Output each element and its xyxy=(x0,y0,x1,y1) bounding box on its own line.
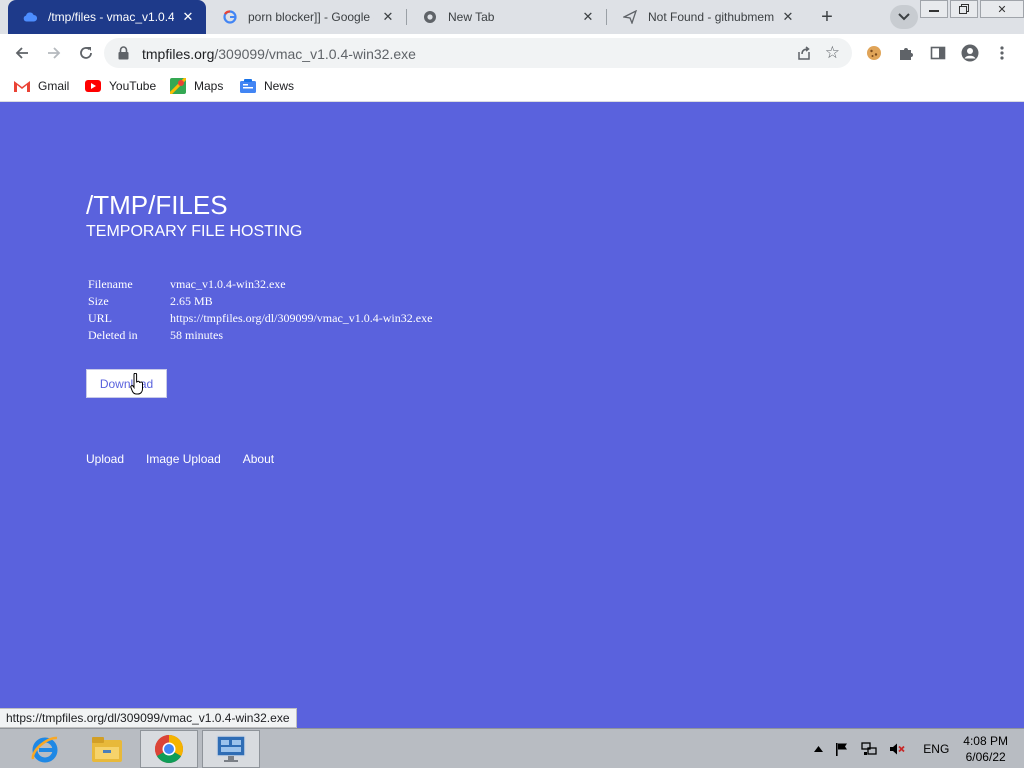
network-icon[interactable] xyxy=(861,742,877,756)
info-value: vmac_v1.0.4-win32.exe xyxy=(170,277,286,291)
chrome-icon xyxy=(422,9,438,25)
info-key: Filename xyxy=(88,277,133,291)
tab-tmpfiles[interactable]: /tmp/files - vmac_v1.0.4-win32.exe ✕ xyxy=(8,0,206,34)
site-subtitle: TEMPORARY FILE HOSTING xyxy=(86,223,303,240)
bookmark-gmail[interactable]: Gmail xyxy=(14,78,69,94)
chrome-taskbar-icon[interactable] xyxy=(140,730,198,768)
bookmark-label: YouTube xyxy=(109,79,157,93)
clock-date: 6/06/22 xyxy=(965,750,1006,764)
about-link[interactable]: About xyxy=(243,452,274,466)
cookie-extension-icon[interactable] xyxy=(865,44,883,62)
link-status-bubble: https://tmpfiles.org/dl/309099/vmac_v1.0… xyxy=(0,708,297,728)
upload-link[interactable]: Upload xyxy=(86,452,124,466)
download-button[interactable]: Download xyxy=(86,369,167,398)
star-bookmark-icon[interactable]: ☆ xyxy=(825,43,840,63)
tab-title: New Tab xyxy=(448,10,495,24)
reload-icon[interactable] xyxy=(74,41,98,65)
news-icon xyxy=(240,78,256,94)
bookmark-label: News xyxy=(264,79,295,93)
file-info-table: Filename vmac_v1.0.4-win32.exe Size 2.65… xyxy=(88,277,432,345)
volume-muted-icon[interactable] xyxy=(889,742,905,756)
tab-divider xyxy=(406,9,407,25)
file-explorer-icon[interactable] xyxy=(78,730,136,768)
info-row-size: Size 2.65 MB xyxy=(88,294,432,311)
clock-time: 4:08 PM xyxy=(963,734,1008,748)
internet-explorer-icon[interactable] xyxy=(16,730,74,768)
url-domain: tmpfiles.org xyxy=(142,46,215,62)
close-window-icon[interactable]: ✕ xyxy=(980,0,1024,18)
bookmarks-bar: Gmail YouTube Maps News xyxy=(0,72,1024,102)
site-title[interactable]: /TMP/FILES xyxy=(86,190,228,221)
address-url[interactable]: tmpfiles.org/309099/vmac_v1.0.4-win32.ex… xyxy=(142,46,416,62)
tab-new-tab[interactable]: New Tab ✕ xyxy=(408,0,606,34)
tab-strip: /tmp/files - vmac_v1.0.4-win32.exe ✕ por… xyxy=(0,0,1024,34)
kebab-menu-icon[interactable] xyxy=(993,44,1011,62)
share-icon[interactable] xyxy=(796,45,812,66)
windows-taskbar: ENG 4:08 PM 6/06/22 xyxy=(0,728,1024,768)
address-bar[interactable]: tmpfiles.org/309099/vmac_v1.0.4-win32.ex… xyxy=(104,38,852,68)
profile-avatar-icon[interactable] xyxy=(961,44,979,62)
info-key: Size xyxy=(88,294,109,308)
window-controls: ✕ xyxy=(918,0,1024,18)
tab-close-icon[interactable]: ✕ xyxy=(780,9,796,25)
input-language[interactable]: ENG xyxy=(923,742,949,756)
hand-cursor-icon xyxy=(130,372,144,400)
show-hidden-icons-icon[interactable] xyxy=(814,746,824,752)
restore-icon[interactable] xyxy=(950,0,978,18)
info-row-deleted-in: Deleted in 58 minutes xyxy=(88,328,432,345)
tab-divider xyxy=(606,9,607,25)
chevron-down-icon[interactable] xyxy=(890,5,918,29)
cloud-icon xyxy=(22,9,38,25)
bookmark-maps[interactable]: Maps xyxy=(170,78,223,94)
bookmark-news[interactable]: News xyxy=(240,78,294,94)
info-row-url: URL https://tmpfiles.org/dl/309099/vmac_… xyxy=(88,311,432,328)
info-value: 2.65 MB xyxy=(170,294,213,308)
system-clock[interactable]: 4:08 PM 6/06/22 xyxy=(963,733,1008,765)
info-key: URL xyxy=(88,311,112,325)
image-upload-link[interactable]: Image Upload xyxy=(146,452,221,466)
tab-close-icon[interactable]: ✕ xyxy=(180,9,196,25)
tab-not-found[interactable]: Not Found - githubmemory ✕ xyxy=(608,0,806,34)
new-tab-plus-icon[interactable]: + xyxy=(814,5,840,29)
tab-title: Not Found - githubmemory xyxy=(648,10,774,24)
remote-desktop-icon[interactable] xyxy=(202,730,260,768)
info-value: 58 minutes xyxy=(170,328,223,342)
url-path: /309099/vmac_v1.0.4-win32.exe xyxy=(214,46,416,62)
info-key: Deleted in xyxy=(88,328,138,342)
info-row-filename: Filename vmac_v1.0.4-win32.exe xyxy=(88,277,432,294)
browser-toolbar: tmpfiles.org/309099/vmac_v1.0.4-win32.ex… xyxy=(0,34,1024,72)
tab-title: /tmp/files - vmac_v1.0.4-win32.exe xyxy=(48,10,174,24)
maps-icon xyxy=(170,78,186,94)
tab-title: porn blocker]] - Google Search xyxy=(248,10,374,24)
google-icon xyxy=(222,9,238,25)
side-panel-icon[interactable] xyxy=(929,44,947,62)
info-value[interactable]: https://tmpfiles.org/dl/309099/vmac_v1.0… xyxy=(170,311,432,328)
bookmark-youtube[interactable]: YouTube xyxy=(85,78,156,94)
tab-close-icon[interactable]: ✕ xyxy=(580,9,596,25)
minimize-icon[interactable] xyxy=(920,0,948,18)
forward-arrow-icon[interactable] xyxy=(42,41,66,65)
back-arrow-icon[interactable] xyxy=(10,41,34,65)
gmail-icon xyxy=(14,78,30,94)
tab-close-icon[interactable]: ✕ xyxy=(380,9,396,25)
paper-plane-icon xyxy=(622,9,638,25)
tab-google-search[interactable]: porn blocker]] - Google Search ✕ xyxy=(208,0,406,34)
puzzle-extensions-icon[interactable] xyxy=(897,44,915,62)
youtube-icon xyxy=(85,78,101,94)
bookmark-label: Maps xyxy=(194,79,224,93)
action-center-flag-icon[interactable] xyxy=(835,742,849,756)
system-tray: ENG 4:08 PM 6/06/22 xyxy=(808,729,1024,768)
page-content: /TMP/FILES TEMPORARY FILE HOSTING Filena… xyxy=(0,102,1024,728)
lock-icon[interactable] xyxy=(118,46,129,65)
bookmark-label: Gmail xyxy=(38,79,70,93)
footer-links: Upload Image Upload About xyxy=(86,452,296,466)
